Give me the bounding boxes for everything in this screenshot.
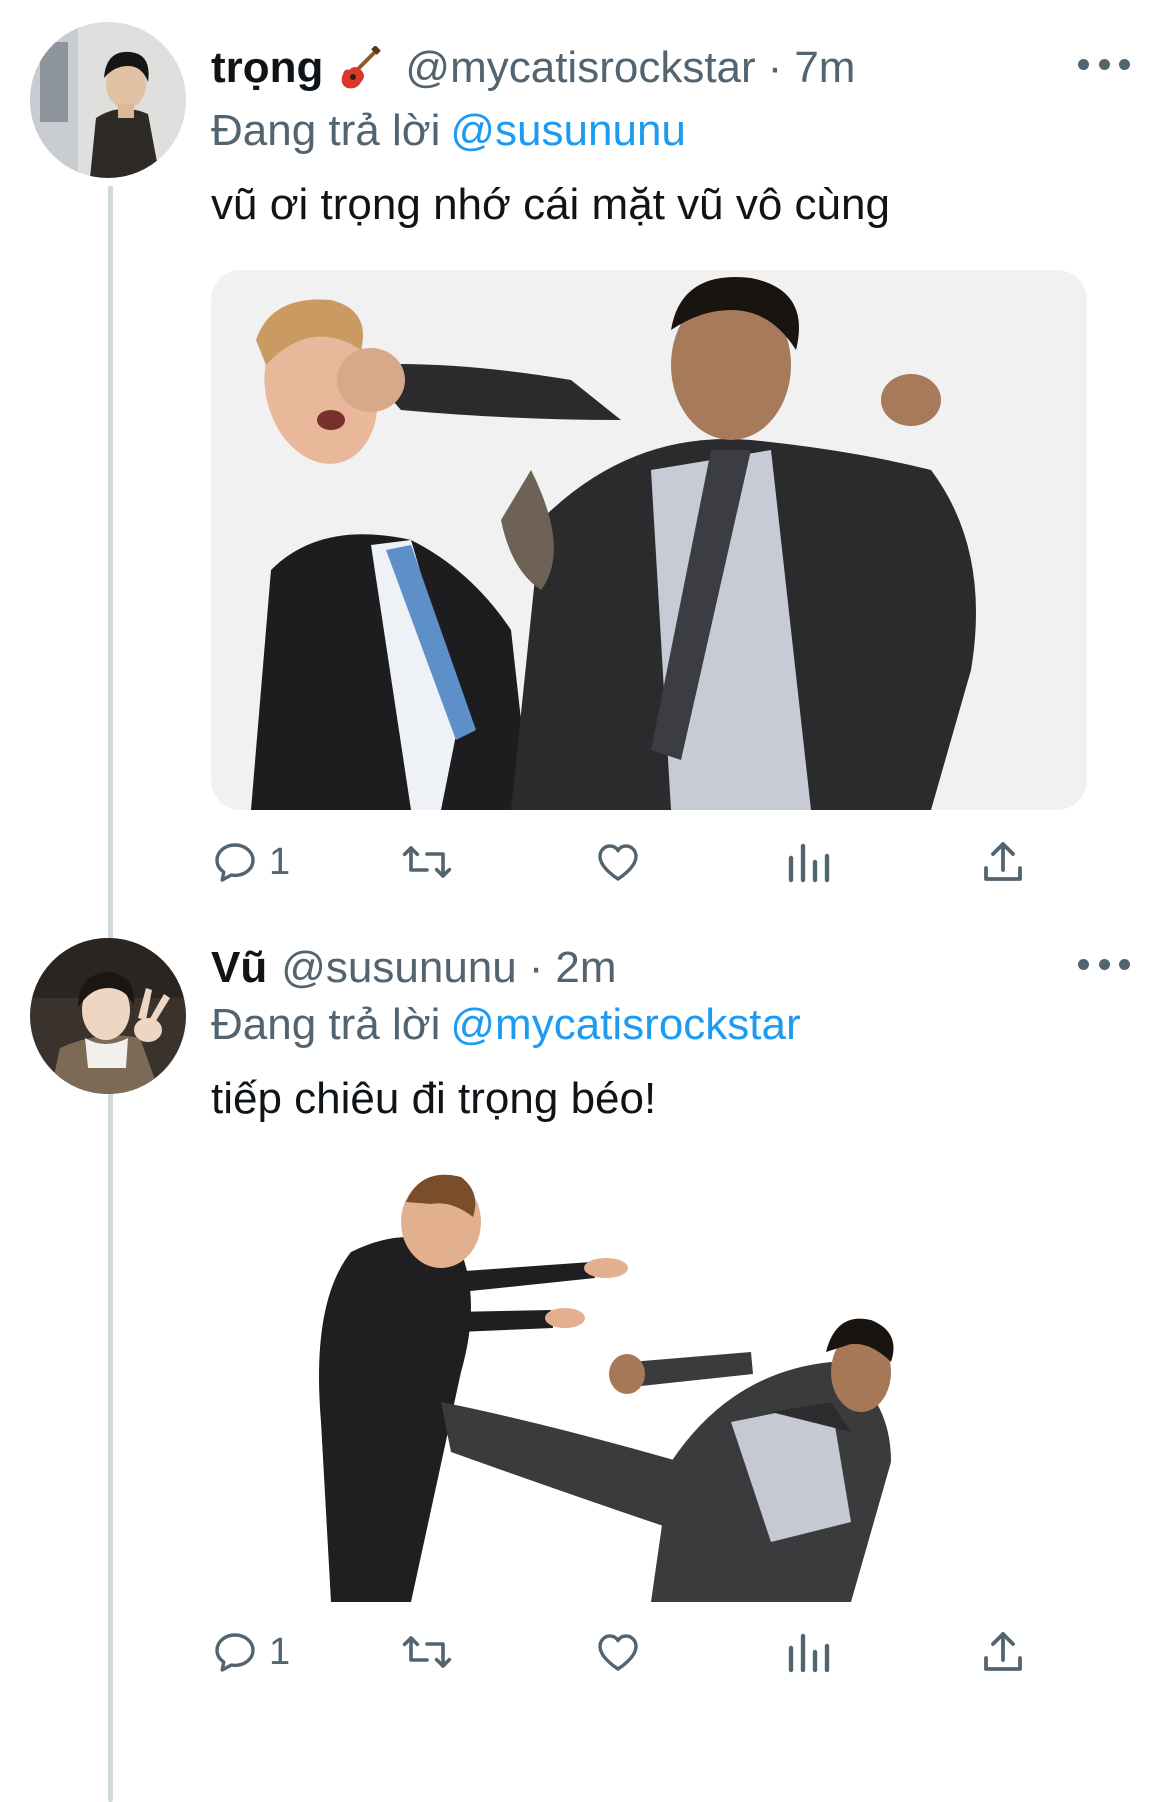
tweet-header: Vũ @susununu · 2m: [211, 938, 1130, 998]
replying-to: Đang trả lời @susununu: [211, 106, 686, 156]
analytics-button[interactable]: [787, 832, 831, 892]
replying-to-mention[interactable]: @mycatisrockstar: [450, 1000, 800, 1049]
separator-dot: ·: [528, 943, 544, 992]
tweet-2[interactable]: Vũ @susununu · 2m Đang trả lời @mycatisro…: [0, 900, 1170, 1802]
more-options-icon[interactable]: [1078, 944, 1130, 984]
display-name[interactable]: Vũ: [211, 943, 267, 993]
reply-icon: [215, 1633, 255, 1672]
heart-icon: [598, 1634, 638, 1671]
guitar-icon: [337, 46, 381, 90]
tweet-1[interactable]: trọng @mycatisrockstar · 7m Đang trả lời…: [0, 0, 1170, 900]
timestamp[interactable]: 7m: [794, 43, 855, 93]
share-icon: [984, 842, 1022, 881]
like-button[interactable]: [593, 832, 643, 892]
tweet-image[interactable]: [211, 270, 1087, 810]
reply-count: 1: [269, 840, 291, 883]
reply-count: 1: [269, 1630, 291, 1673]
share-button[interactable]: [979, 1622, 1027, 1682]
username-handle[interactable]: @mycatisrockstar: [405, 43, 755, 93]
retweet-button[interactable]: [401, 832, 453, 892]
heart-icon: [598, 844, 638, 881]
tweet-text: vũ ơi trọng nhớ cái mặt vũ vô cùng: [211, 180, 890, 229]
like-button[interactable]: [593, 1622, 643, 1682]
share-icon: [984, 1632, 1022, 1671]
replying-to: Đang trả lời @mycatisrockstar: [211, 1000, 801, 1050]
share-button[interactable]: [979, 832, 1027, 892]
more-options-icon[interactable]: [1078, 44, 1130, 84]
analytics-icon: [788, 1633, 830, 1673]
reply-button[interactable]: 1: [211, 832, 290, 892]
tweet-text: tiếp chiêu đi trọng béo!: [211, 1074, 657, 1123]
username-handle[interactable]: @susununu: [281, 943, 517, 993]
replying-to-label: Đang trả lời: [211, 1000, 441, 1049]
display-name[interactable]: trọng: [211, 43, 323, 93]
avatar[interactable]: [30, 938, 186, 1094]
tweet-actions: 1: [211, 832, 1041, 892]
reply-icon: [215, 843, 255, 882]
replying-to-label: Đang trả lời: [211, 106, 441, 155]
replying-to-mention[interactable]: @susununu: [450, 106, 686, 155]
tweet-header: trọng @mycatisrockstar · 7m: [211, 38, 1130, 98]
retweet-icon: [402, 1636, 452, 1668]
reply-button[interactable]: 1: [211, 1622, 290, 1682]
analytics-icon: [788, 843, 830, 883]
retweet-icon: [402, 846, 452, 878]
tweet-image[interactable]: [211, 1162, 1087, 1602]
analytics-button[interactable]: [787, 1622, 831, 1682]
separator-dot: ·: [767, 43, 783, 92]
timestamp[interactable]: 2m: [555, 943, 616, 993]
avatar[interactable]: [30, 22, 186, 178]
tweet-actions: 1: [211, 1622, 1041, 1682]
retweet-button[interactable]: [401, 1622, 453, 1682]
